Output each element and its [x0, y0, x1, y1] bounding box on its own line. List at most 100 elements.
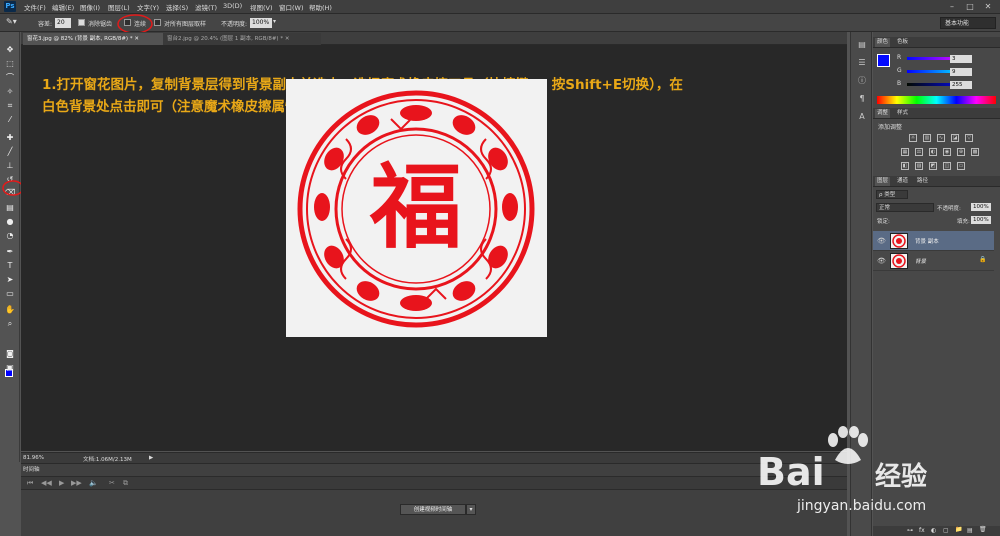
type-tool-icon[interactable]: T — [4, 260, 16, 271]
document-image[interactable]: 福 — [286, 79, 547, 337]
vibrance-icon[interactable]: ▽ — [965, 134, 973, 142]
zoom-level[interactable]: 81.96% — [23, 455, 44, 461]
bw-icon[interactable]: ◐ — [929, 148, 937, 156]
crop-tool-icon[interactable]: ⌗ — [4, 100, 16, 111]
minimize-button[interactable]: – — [944, 1, 960, 12]
tab-paths[interactable]: 路径 — [915, 177, 930, 186]
healing-brush-tool-icon[interactable]: ✚ — [4, 132, 16, 143]
menu-file[interactable]: 文件(F) — [24, 2, 46, 12]
color-spectrum-bar[interactable] — [877, 96, 996, 104]
magic-eraser-tool-preset-icon[interactable]: ✎▾ — [6, 17, 17, 26]
opacity-dropdown-icon[interactable]: ▾ — [273, 18, 276, 25]
tab-color[interactable]: 颜色 — [875, 38, 891, 47]
photo-filter-icon[interactable]: ◉ — [943, 148, 951, 156]
split-icon[interactable]: ✂ — [109, 479, 115, 487]
transition-icon[interactable]: ⧉ — [123, 479, 128, 488]
screen-mode-icon[interactable]: ▣ — [4, 362, 16, 373]
prev-frame-icon[interactable]: ◀◀ — [41, 479, 52, 487]
brush-tool-icon[interactable]: ╱ — [4, 146, 16, 157]
marquee-tool-icon[interactable]: ⬚ — [4, 58, 16, 69]
group-icon[interactable]: 📁 — [955, 526, 962, 533]
channel-g-value[interactable]: 9 — [950, 68, 972, 76]
stamp-tool-icon[interactable]: ⊥ — [4, 160, 16, 171]
menu-view[interactable]: 视图(V) — [250, 2, 273, 12]
hand-tool-icon[interactable]: ✋ — [4, 304, 16, 315]
info-panel-icon[interactable]: ⓘ — [857, 76, 867, 86]
menu-help[interactable]: 帮助(H) — [309, 2, 332, 12]
color-foreground-swatch[interactable] — [877, 54, 890, 67]
tolerance-input[interactable]: 20 — [55, 18, 71, 28]
brightness-icon[interactable]: ☼ — [909, 134, 917, 142]
opacity-input[interactable]: 100% — [250, 18, 272, 28]
tab-adjustments[interactable]: 调整 — [875, 109, 891, 118]
gradient-tool-icon[interactable]: ▤ — [4, 202, 16, 213]
lasso-tool-icon[interactable]: ⌒ — [4, 72, 16, 83]
levels-icon[interactable]: ▥ — [923, 134, 931, 142]
menu-3d[interactable]: 3D(D) — [223, 2, 242, 10]
eyedropper-tool-icon[interactable]: ⁄ — [4, 114, 16, 125]
channel-r-value[interactable]: 3 — [950, 55, 972, 63]
shape-tool-icon[interactable]: ▭ — [4, 288, 16, 299]
invert-icon[interactable]: ◧ — [901, 162, 909, 170]
layer-opacity-value[interactable]: 100% — [971, 203, 991, 211]
hue-sat-icon[interactable]: ▦ — [901, 148, 909, 156]
play-icon[interactable]: ▶ — [59, 479, 64, 487]
menu-layer[interactable]: 图层(L) — [108, 2, 130, 12]
layer-row-bg-copy[interactable]: 👁 背景 副本 — [873, 231, 994, 251]
menu-window[interactable]: 窗口(W) — [279, 2, 304, 12]
color-balance-icon[interactable]: ⚖ — [915, 148, 923, 156]
next-frame-icon[interactable]: ▶▶ — [71, 479, 82, 487]
menu-select[interactable]: 选择(S) — [166, 2, 188, 12]
create-video-timeline-button[interactable]: 创建视频时间轴 — [400, 504, 466, 515]
properties-panel-icon[interactable]: ☰ — [857, 58, 867, 68]
menu-type[interactable]: 文字(Y) — [137, 2, 159, 12]
curves-icon[interactable]: ∿ — [937, 134, 945, 142]
paragraph-panel-icon[interactable]: ¶ — [857, 94, 867, 104]
blur-tool-icon[interactable]: ● — [4, 216, 16, 227]
exposure-icon[interactable]: ◪ — [951, 134, 959, 142]
gradient-map-icon[interactable]: ▭ — [957, 162, 965, 170]
quick-mask-icon[interactable]: ◙ — [4, 348, 16, 359]
restore-button[interactable]: □ — [962, 1, 978, 12]
menu-image[interactable]: 图像(I) — [80, 2, 100, 12]
quick-select-tool-icon[interactable]: ✧ — [4, 86, 16, 97]
blend-mode-select[interactable]: 正常 — [876, 203, 934, 212]
move-tool-icon[interactable]: ✥ — [4, 44, 16, 55]
tab-window-sill[interactable]: 窗台2.jpg @ 20.4% (图层 1 副本, RGB/8#) * ✕ — [163, 33, 321, 45]
channel-b-value[interactable]: 255 — [950, 81, 972, 89]
menu-edit[interactable]: 编辑(E) — [52, 2, 74, 12]
color-lookup-icon[interactable]: ▩ — [971, 148, 979, 156]
trash-icon[interactable]: 🗑 — [979, 526, 987, 533]
audio-icon[interactable]: 🔈 — [89, 479, 98, 487]
tab-channels[interactable]: 通道 — [895, 177, 910, 186]
history-panel-icon[interactable]: ▤ — [857, 40, 867, 50]
character-panel-icon[interactable]: A — [857, 112, 867, 122]
pen-tool-icon[interactable]: ✒ — [4, 246, 16, 257]
sample-all-layers-checkbox[interactable] — [154, 19, 161, 26]
dodge-tool-icon[interactable]: ◔ — [4, 230, 16, 241]
posterize-icon[interactable]: ▨ — [915, 162, 923, 170]
layer-row-background[interactable]: 👁 背景 🔒 — [873, 251, 994, 271]
tab-window-flower[interactable]: 窗花3.jpg @ 82% (背景 副本, RGB/8#) * ✕ — [23, 33, 163, 45]
layer-name[interactable]: 背景 副本 — [915, 237, 939, 245]
zoom-tool-icon[interactable]: ⌕ — [4, 318, 16, 329]
close-window-button[interactable]: ✕ — [980, 1, 996, 12]
path-select-tool-icon[interactable]: ➤ — [4, 274, 16, 285]
first-frame-icon[interactable]: ⏮ — [27, 479, 33, 488]
tab-swatches[interactable]: 色板 — [895, 38, 910, 47]
new-layer-icon[interactable]: ▤ — [967, 527, 973, 534]
workspace-select[interactable]: 基本功能 — [940, 17, 996, 29]
selective-color-icon[interactable]: ◫ — [943, 162, 951, 170]
timeline-tab[interactable]: 时间轴 — [23, 465, 40, 473]
tab-styles[interactable]: 样式 — [895, 109, 910, 118]
chevron-down-icon[interactable]: ▾ — [466, 504, 476, 515]
antialias-checkbox[interactable] — [78, 19, 85, 26]
status-arrow-icon[interactable]: ▶ — [149, 455, 153, 461]
eye-icon[interactable]: 👁 — [877, 257, 886, 265]
fill-value[interactable]: 100% — [971, 216, 991, 224]
menu-filter[interactable]: 滤镜(T) — [195, 2, 217, 12]
layer-filter-select[interactable]: ρ 类型 — [876, 190, 908, 199]
threshold-icon[interactable]: ◩ — [929, 162, 937, 170]
eye-icon[interactable]: 👁 — [877, 237, 886, 245]
channel-mixer-icon[interactable]: ⊕ — [957, 148, 965, 156]
